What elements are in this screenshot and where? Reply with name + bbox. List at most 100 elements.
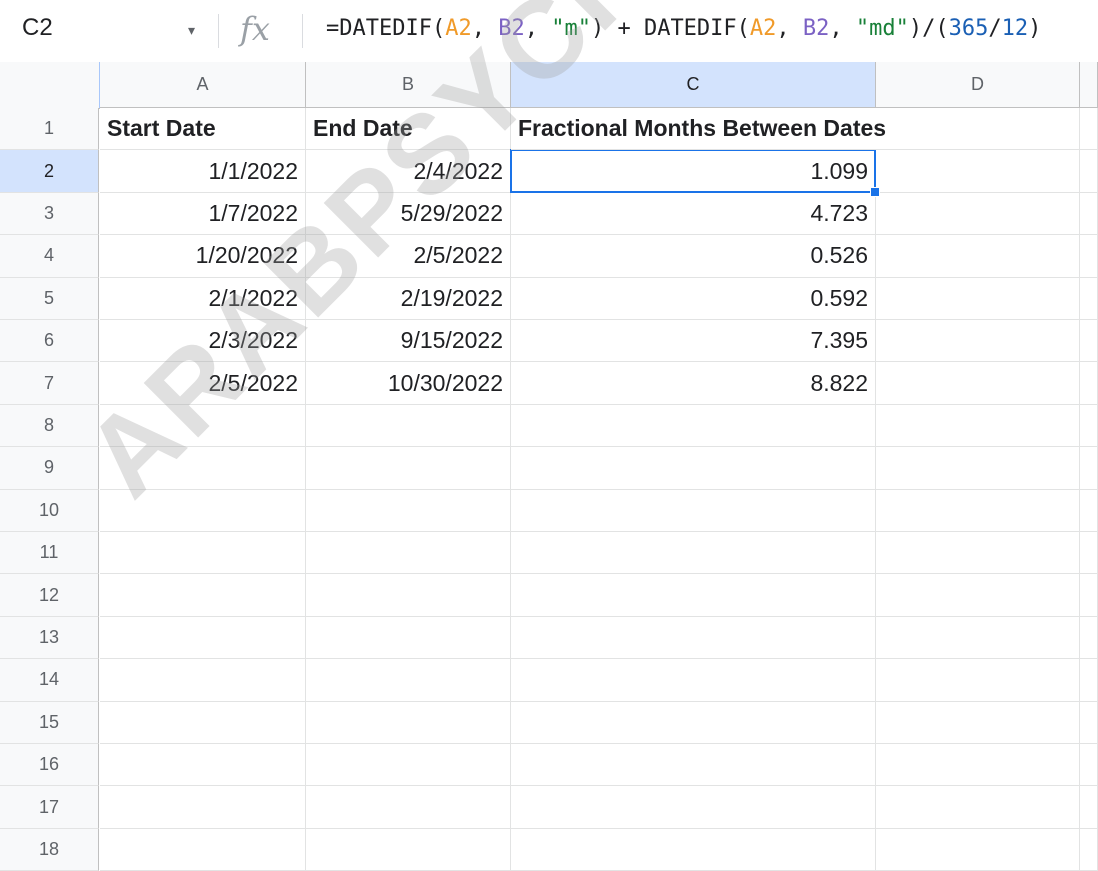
cell-a5[interactable]: 2/1/2022 — [100, 277, 306, 320]
cell-d17[interactable] — [876, 786, 1080, 829]
row-header-10[interactable]: 10 — [0, 489, 99, 532]
cell-a3[interactable]: 1/7/2022 — [100, 192, 306, 236]
cell-d3[interactable] — [876, 192, 1080, 236]
cell-b10[interactable] — [306, 489, 511, 532]
row-header-16[interactable]: 16 — [0, 744, 99, 787]
row-header-3[interactable]: 3 — [0, 192, 99, 236]
row-header-8[interactable]: 8 — [0, 404, 99, 448]
cell-b12[interactable] — [306, 574, 511, 617]
cell-b2[interactable]: 2/4/2022 — [306, 150, 511, 193]
cell-c4[interactable]: 0.526 — [511, 235, 876, 278]
name-box-dropdown-icon[interactable]: ▾ — [188, 22, 195, 39]
cell-b8[interactable] — [306, 404, 511, 448]
cell-c16[interactable] — [511, 744, 876, 787]
cell-c6[interactable]: 7.395 — [511, 320, 876, 363]
cell-d14[interactable] — [876, 659, 1080, 702]
cell-b15[interactable] — [306, 701, 511, 744]
row-header-4[interactable]: 4 — [0, 235, 99, 278]
row-header-11[interactable]: 11 — [0, 532, 99, 575]
cell-b4[interactable]: 2/5/2022 — [306, 235, 511, 278]
row-header-7[interactable]: 7 — [0, 362, 99, 405]
cell-d13[interactable] — [876, 616, 1080, 660]
cell-b5[interactable]: 2/19/2022 — [306, 277, 511, 320]
cell-d7[interactable] — [876, 362, 1080, 405]
cell-d5[interactable] — [876, 277, 1080, 320]
cell-a2[interactable]: 1/1/2022 — [100, 150, 306, 193]
cell-d2[interactable] — [876, 150, 1080, 193]
cell-b17[interactable] — [306, 786, 511, 829]
cell-c7[interactable]: 8.822 — [511, 362, 876, 405]
column-header-a[interactable]: A — [100, 62, 306, 108]
column-header-d[interactable]: D — [876, 62, 1080, 108]
cell-d18[interactable] — [876, 828, 1080, 871]
cell-c2[interactable]: 1.099 — [511, 150, 876, 193]
cell-c17[interactable] — [511, 786, 876, 829]
cell-c11[interactable] — [511, 532, 876, 575]
cell-a16[interactable] — [100, 744, 306, 787]
cell-c10[interactable] — [511, 489, 876, 532]
cell-a17[interactable] — [100, 786, 306, 829]
cell-a9[interactable] — [100, 447, 306, 490]
cell-b14[interactable] — [306, 659, 511, 702]
cell-c5[interactable]: 0.592 — [511, 277, 876, 320]
column-header-b[interactable]: B — [306, 62, 511, 108]
fill-handle[interactable] — [870, 186, 880, 197]
cell-a18[interactable] — [100, 828, 306, 871]
cell-b11[interactable] — [306, 532, 511, 575]
cell-c3[interactable]: 4.723 — [511, 192, 876, 236]
cell-d11[interactable] — [876, 532, 1080, 575]
cell-c13[interactable] — [511, 616, 876, 660]
cell-d12[interactable] — [876, 574, 1080, 617]
cell-b6[interactable]: 9/15/2022 — [306, 320, 511, 363]
cell-b3[interactable]: 5/29/2022 — [306, 192, 511, 236]
cell-a8[interactable] — [100, 404, 306, 448]
row-header-15[interactable]: 15 — [0, 701, 99, 744]
row-header-13[interactable]: 13 — [0, 616, 99, 660]
cell-a15[interactable] — [100, 701, 306, 744]
cell-a6[interactable]: 2/3/2022 — [100, 320, 306, 363]
cell-b13[interactable] — [306, 616, 511, 660]
cell-b9[interactable] — [306, 447, 511, 490]
row-header-12[interactable]: 12 — [0, 574, 99, 617]
cell-d1[interactable] — [876, 108, 1080, 151]
cell-a4[interactable]: 1/20/2022 — [100, 235, 306, 278]
cell-d4[interactable] — [876, 235, 1080, 278]
cell-d16[interactable] — [876, 744, 1080, 787]
cell-c8[interactable] — [511, 404, 876, 448]
cell-c14[interactable] — [511, 659, 876, 702]
row-header-2[interactable]: 2 — [0, 150, 99, 193]
cell-c1[interactable]: Fractional Months Between Dates — [511, 108, 886, 151]
column-header-c[interactable]: C — [511, 62, 876, 108]
row-header-1[interactable]: 1 — [0, 108, 99, 151]
cell-a12[interactable] — [100, 574, 306, 617]
row-header-5[interactable]: 5 — [0, 277, 99, 320]
select-all-corner[interactable] — [0, 62, 104, 113]
cell-a7[interactable]: 2/5/2022 — [100, 362, 306, 405]
row-header-9[interactable]: 9 — [0, 447, 99, 490]
row-header-18[interactable]: 18 — [0, 828, 99, 871]
row-header-14[interactable]: 14 — [0, 659, 99, 702]
cell-a10[interactable] — [100, 489, 306, 532]
cell-d9[interactable] — [876, 447, 1080, 490]
cell-d15[interactable] — [876, 701, 1080, 744]
cell-b18[interactable] — [306, 828, 511, 871]
cell-a1[interactable]: Start Date — [100, 108, 306, 151]
cell-d10[interactable] — [876, 489, 1080, 532]
row-header-6[interactable]: 6 — [0, 320, 99, 363]
row-header-17[interactable]: 17 — [0, 786, 99, 829]
cell-a14[interactable] — [100, 659, 306, 702]
cell-a11[interactable] — [100, 532, 306, 575]
cell-d8[interactable] — [876, 404, 1080, 448]
cell-b16[interactable] — [306, 744, 511, 787]
cell-c9[interactable] — [511, 447, 876, 490]
cell-b7[interactable]: 10/30/2022 — [306, 362, 511, 405]
toolbar-divider — [302, 14, 303, 48]
cell-c15[interactable] — [511, 701, 876, 744]
cell-c18[interactable] — [511, 828, 876, 871]
name-box[interactable]: C2 — [22, 14, 53, 42]
cell-a13[interactable] — [100, 616, 306, 660]
cell-b1[interactable]: End Date — [306, 108, 511, 151]
cell-c12[interactable] — [511, 574, 876, 617]
formula-input[interactable]: =DATEDIF(A2, B2, "m") + DATEDIF(A2, B2, … — [326, 16, 1041, 41]
cell-d6[interactable] — [876, 320, 1080, 363]
